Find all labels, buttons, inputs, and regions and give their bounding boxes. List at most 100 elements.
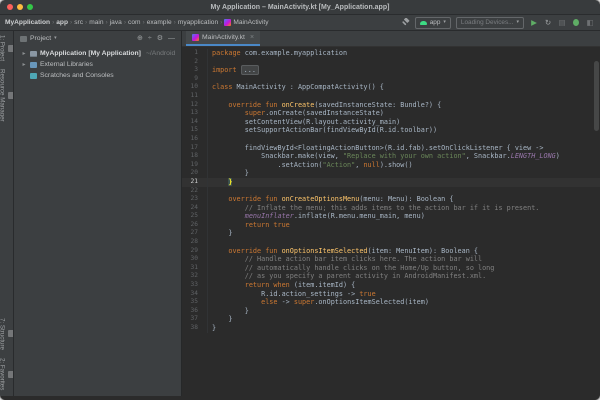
fold-column — [201, 264, 207, 273]
tool-button-structure[interactable]: 7: Structure — [0, 314, 14, 354]
tool-button-project[interactable]: 1: Project — [0, 31, 14, 65]
tree-row[interactable]: Scratches and Consoles — [14, 70, 181, 81]
run-button[interactable]: ▶ — [529, 19, 539, 27]
gutter: 26 — [182, 221, 208, 230]
breadcrumb-item[interactable]: app — [56, 19, 68, 26]
code-line[interactable]: 11 — [182, 92, 600, 101]
stripe-bottom-group: 7: Structure2: FavoritesBuild Variants — [0, 314, 14, 396]
code-line[interactable]: 1package com.example.myapplication — [182, 49, 600, 58]
code-line[interactable]: 34 R.id.action_settings -> true — [182, 290, 600, 299]
breadcrumb-item[interactable]: com — [128, 19, 140, 26]
code-line[interactable]: 24 // Inflate the menu; this adds items … — [182, 204, 600, 213]
tool-button-favorites[interactable]: 2: Favorites — [0, 354, 14, 394]
fold-column — [201, 66, 207, 75]
device-select[interactable]: Loading Devices... ▾ — [456, 17, 524, 29]
code-line[interactable]: 13 super.onCreate(savedInstanceState) — [182, 109, 600, 118]
window-controls — [7, 4, 33, 10]
fold-column — [201, 144, 207, 153]
code-line[interactable]: 22 — [182, 187, 600, 196]
code-editor[interactable]: 1package com.example.myapplication23impo… — [182, 47, 600, 396]
code-line[interactable]: 26 return true — [182, 221, 600, 230]
breadcrumb-item[interactable]: src — [74, 19, 83, 26]
chevron-down-icon[interactable]: ▾ — [54, 36, 57, 41]
breadcrumb-item[interactable]: MyApplication — [5, 19, 50, 26]
hide-panel-button[interactable]: — — [168, 35, 175, 42]
fold-column — [201, 118, 207, 127]
line-number: 36 — [182, 307, 201, 316]
breadcrumb-item[interactable]: example — [147, 19, 172, 26]
code-line-text: override fun onCreateOptionsMenu(menu: M… — [208, 195, 453, 204]
code-line[interactable]: 12 override fun onCreate(savedInstanceSt… — [182, 101, 600, 110]
breadcrumb-separator: › — [124, 19, 126, 26]
code-line[interactable]: 18 Snackbar.make(view, "Replace with you… — [182, 152, 600, 161]
navigation-bar: MyApplication›app›src›main›java›com›exam… — [0, 15, 600, 31]
breadcrumb-item-label: myapplication — [178, 19, 218, 26]
code-line[interactable]: 20 } — [182, 169, 600, 178]
gutter: 1 — [182, 49, 208, 58]
code-line[interactable]: 15 setSupportActionBar(findViewById(R.id… — [182, 126, 600, 135]
zoom-window-button[interactable] — [27, 4, 33, 10]
close-icon[interactable]: × — [250, 34, 254, 41]
breadcrumb-separator: › — [52, 19, 54, 26]
tool-button-resource-manager[interactable]: Resource Manager — [0, 65, 14, 126]
code-line[interactable]: 14 setContentView(R.layout.activity_main… — [182, 118, 600, 127]
code-line[interactable]: 19 .setAction("Action", null).show() — [182, 161, 600, 170]
gutter: 33 — [182, 281, 208, 290]
code-line-text: import ... — [208, 66, 259, 75]
code-line[interactable]: 17 findViewById<FloatingActionButton>(R.… — [182, 144, 600, 153]
code-line[interactable]: 3import ... — [182, 66, 600, 75]
expand-chevron-icon[interactable]: ▸ — [21, 61, 27, 68]
gutter: 12 — [182, 101, 208, 110]
minimize-window-button[interactable] — [17, 4, 23, 10]
gutter: 2 — [182, 58, 208, 67]
code-line[interactable]: 35 else -> super.onOptionsItemSelected(i… — [182, 298, 600, 307]
code-line[interactable]: 33 return when (item.itemId) { — [182, 281, 600, 290]
gutter: 35 — [182, 298, 208, 307]
code-line[interactable]: 32 // as you specify a parent activity i… — [182, 272, 600, 281]
profiler-button[interactable]: ◧ — [585, 19, 595, 27]
breadcrumb-item[interactable]: java — [110, 19, 122, 26]
editor-scrollbar[interactable] — [594, 61, 599, 131]
apply-code-changes-button[interactable]: ▤ — [557, 19, 567, 27]
expand-chevron-icon[interactable]: ▸ — [21, 50, 27, 57]
code-line[interactable]: 31 // automatically handle clicks on the… — [182, 264, 600, 273]
main-area: 1: ProjectResource Manager 7: Structure 2… — [0, 31, 600, 396]
code-line-text: .setAction("Action", null).show() — [208, 161, 413, 170]
build-hammer-icon[interactable] — [401, 18, 410, 27]
breadcrumb-item-label: MyApplication — [5, 19, 50, 26]
collapse-all-button[interactable]: ÷ — [148, 35, 152, 42]
line-number: 20 — [182, 169, 201, 178]
code-line[interactable]: 9 — [182, 75, 600, 84]
settings-button[interactable]: ⚙ — [157, 35, 163, 42]
breadcrumb-item[interactable]: main — [89, 19, 103, 26]
project-panel-title[interactable]: Project — [30, 35, 51, 42]
breadcrumb-separator: › — [142, 19, 144, 26]
tool-button-label: 2: Favorites — [0, 358, 6, 390]
debug-button[interactable] — [571, 19, 581, 26]
code-line[interactable]: 21 } — [182, 178, 600, 187]
code-line[interactable]: 27 } — [182, 229, 600, 238]
code-line-text: override fun onCreate(savedInstanceState… — [208, 101, 441, 110]
apply-changes-button[interactable]: ↻ — [543, 19, 553, 27]
close-window-button[interactable] — [7, 4, 13, 10]
locate-file-button[interactable]: ⊕ — [137, 35, 143, 42]
code-line[interactable]: 25 menuInflater.inflate(R.menu.menu_main… — [182, 212, 600, 221]
code-line[interactable]: 23 override fun onCreateOptionsMenu(menu… — [182, 195, 600, 204]
tree-row[interactable]: ▸MyApplication [My Application]~/Android — [14, 48, 181, 59]
gutter: 23 — [182, 195, 208, 204]
tree-row[interactable]: ▸External Libraries — [14, 59, 181, 70]
tab-mainactivity[interactable]: MainActivity.kt × — [186, 31, 260, 46]
code-line[interactable]: 38} — [182, 324, 600, 333]
code-line[interactable]: 37 } — [182, 315, 600, 324]
breadcrumb-item[interactable]: myapplication — [178, 19, 218, 26]
breadcrumb-item[interactable]: MainActivity — [224, 19, 268, 26]
line-number: 15 — [182, 126, 201, 135]
code-line[interactable]: 36 } — [182, 307, 600, 316]
code-line[interactable]: 30 // Handle action bar item clicks here… — [182, 255, 600, 264]
minimize-icon: — — [168, 35, 175, 42]
code-line[interactable]: 29 override fun onOptionsItemSelected(it… — [182, 247, 600, 256]
code-line[interactable]: 28 — [182, 238, 600, 247]
run-configuration-select[interactable]: app ▾ — [415, 17, 451, 29]
code-line[interactable]: 16 — [182, 135, 600, 144]
code-line[interactable]: 10class MainActivity : AppCompatActivity… — [182, 83, 600, 92]
